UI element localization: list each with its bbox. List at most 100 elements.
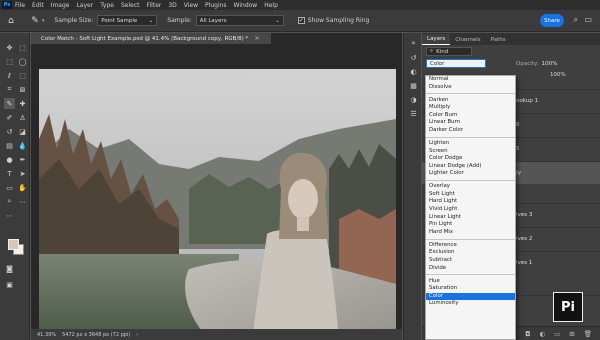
marquee-tool-icon[interactable]: ⬚ [4, 56, 15, 67]
adjustments-panel-icon[interactable]: ◑ [409, 95, 418, 104]
blend-mode-option[interactable]: Linear Dodge (Add) [426, 163, 515, 171]
menu-file[interactable]: File [15, 2, 25, 9]
document-tab[interactable]: Color Match - Soft Light Example.psd @ 4… [31, 33, 271, 44]
eyedropper-tool-icon[interactable]: ✎ [28, 14, 42, 28]
blend-mode-option[interactable]: Color Burn [426, 112, 515, 120]
menu-select[interactable]: Select [121, 2, 140, 9]
share-button[interactable]: Share [540, 14, 564, 27]
fill-value[interactable]: 100% [550, 72, 566, 78]
blend-mode-option[interactable]: Vivid Light [426, 206, 515, 214]
trash-icon[interactable]: 🗑 [584, 330, 592, 338]
blend-mode-option[interactable]: Subtract [426, 257, 515, 265]
move-tool-icon[interactable]: ✥ [4, 42, 15, 53]
artboard-tool-icon[interactable]: ⬚ [17, 42, 28, 53]
eraser-tool-icon[interactable]: ◪ [17, 126, 28, 137]
sample-size-select[interactable]: Point Sample ⌄ [97, 15, 158, 26]
new-group-icon[interactable]: ▭ [554, 330, 560, 338]
type-tool-icon[interactable]: T [4, 168, 15, 179]
kind-filter-select[interactable]: ⌕ Kind [426, 47, 472, 56]
menu-view[interactable]: View [184, 2, 198, 9]
rectangle-tool-icon[interactable]: ▭ [4, 182, 15, 193]
blend-mode-option[interactable]: Dissolve [426, 84, 515, 92]
zoom-tool-icon[interactable]: ⌕ [4, 196, 15, 207]
blend-mode-option[interactable]: Color Dodge [426, 155, 515, 163]
blend-mode-option[interactable]: Exclusion [426, 249, 515, 257]
tab-paths[interactable]: Paths [486, 35, 511, 45]
stamp-tool-icon[interactable]: ♙ [17, 112, 28, 123]
new-layer-icon[interactable]: ⊞ [569, 330, 574, 338]
blend-mode-option[interactable]: Luminosity [426, 300, 515, 308]
zoom-level[interactable]: 41.39% [37, 332, 56, 338]
brush-tool-icon[interactable]: ✐ [4, 112, 15, 123]
collapse-panels-icon[interactable]: » [409, 38, 418, 47]
search-icon[interactable]: ⌕ [574, 15, 578, 25]
sampling-ring-checkbox[interactable]: ✓ [297, 17, 305, 24]
app-logo-icon[interactable]: Ps [2, 1, 12, 9]
menu-help[interactable]: Help [264, 2, 278, 9]
blend-mode-option[interactable]: Difference [426, 242, 515, 250]
blend-mode-option[interactable]: Color [426, 292, 515, 301]
close-icon[interactable]: × [254, 35, 259, 42]
menu-plugins[interactable]: Plugins [205, 2, 227, 9]
tool-preset-chevron-icon[interactable]: ▾ [42, 18, 45, 24]
image-canvas[interactable] [39, 69, 396, 339]
menu-edit[interactable]: Edit [32, 2, 44, 9]
blend-mode-dropdown[interactable]: Normal Dissolve Darken Multiply Color Burn Li… [425, 75, 516, 340]
tab-channels[interactable]: Channels [450, 35, 485, 45]
blend-mode-option[interactable]: Lighter Color [426, 170, 515, 178]
blend-mode-option[interactable]: Soft Light [426, 191, 515, 199]
blur-tool-icon[interactable]: 💧 [17, 140, 28, 151]
gradient-tool-icon[interactable]: ▤ [4, 140, 15, 151]
foreground-color-swatch[interactable] [8, 239, 19, 250]
menu-filter[interactable]: Filter [147, 2, 162, 9]
swatches-panel-icon[interactable]: ▦ [409, 81, 418, 90]
blend-mode-option[interactable]: Hue [426, 278, 515, 286]
pen-tool-icon[interactable]: ✒ [17, 154, 28, 165]
blend-mode-option[interactable]: Hard Light [426, 198, 515, 206]
properties-panel-icon[interactable]: ☰ [409, 109, 418, 118]
blend-mode-option[interactable]: Linear Burn [426, 119, 515, 127]
blend-mode-option[interactable]: Normal [426, 76, 515, 84]
blend-mode-option[interactable]: Screen [426, 148, 515, 156]
object-select-icon[interactable]: ⬚ [17, 70, 28, 81]
menu-image[interactable]: Image [51, 2, 70, 9]
menu-3d[interactable]: 3D [168, 2, 176, 9]
menu-window[interactable]: Window [234, 2, 258, 9]
more-tools-icon[interactable]: ⋯ [17, 196, 28, 207]
blend-mode-option[interactable]: Multiply [426, 104, 515, 112]
blend-mode-option[interactable]: Lighten [426, 140, 515, 148]
home-icon[interactable]: ⌂ [4, 14, 18, 28]
blend-mode-option[interactable]: Linear Light [426, 214, 515, 222]
blend-mode-option[interactable]: Hard Mix [426, 229, 515, 237]
ellipse-marquee-icon[interactable]: ◯ [17, 56, 28, 67]
frame-tool-icon[interactable]: ⊠ [17, 84, 28, 95]
tab-layers[interactable]: Layers [422, 34, 451, 45]
blend-mode-option[interactable]: Saturation [426, 285, 515, 293]
edit-toolbar-icon[interactable]: ⋯ [4, 210, 15, 221]
lasso-tool-icon[interactable]: ℓ [4, 70, 15, 81]
spot-heal-icon[interactable]: ✚ [17, 98, 28, 109]
dodge-tool-icon[interactable]: ● [4, 154, 15, 165]
new-adjustment-icon[interactable]: ◐ [539, 330, 545, 338]
history-brush-icon[interactable]: ↺ [4, 126, 15, 137]
crop-tool-icon[interactable]: ⌗ [4, 84, 15, 95]
screen-mode-icon[interactable]: ▣ [4, 279, 15, 290]
blend-mode-option[interactable]: Divide [426, 265, 515, 273]
sample-select[interactable]: All Layers ⌄ [195, 15, 284, 26]
add-mask-icon[interactable]: ◘ [525, 330, 530, 338]
color-panel-icon[interactable]: ◐ [409, 67, 418, 76]
eyedropper-tool-icon[interactable]: ✎ [4, 98, 15, 109]
blend-mode-option[interactable]: Darken [426, 97, 515, 105]
menu-layer[interactable]: Layer [76, 2, 93, 9]
menu-type[interactable]: Type [100, 2, 114, 9]
path-select-icon[interactable]: ➤ [17, 168, 28, 179]
workspace-icon[interactable]: ▭ [584, 15, 592, 24]
chevron-right-icon[interactable]: › [136, 332, 138, 338]
blend-mode-option[interactable]: Pin Light [426, 221, 515, 229]
history-panel-icon[interactable]: ↺ [409, 53, 418, 62]
quick-mask-icon[interactable]: ◙ [4, 263, 15, 274]
opacity-value[interactable]: 100% [542, 61, 558, 67]
blend-mode-option[interactable]: Darker Color [426, 127, 515, 135]
blend-mode-select[interactable]: Color [426, 59, 486, 68]
hand-tool-icon[interactable]: ✋ [17, 182, 28, 193]
